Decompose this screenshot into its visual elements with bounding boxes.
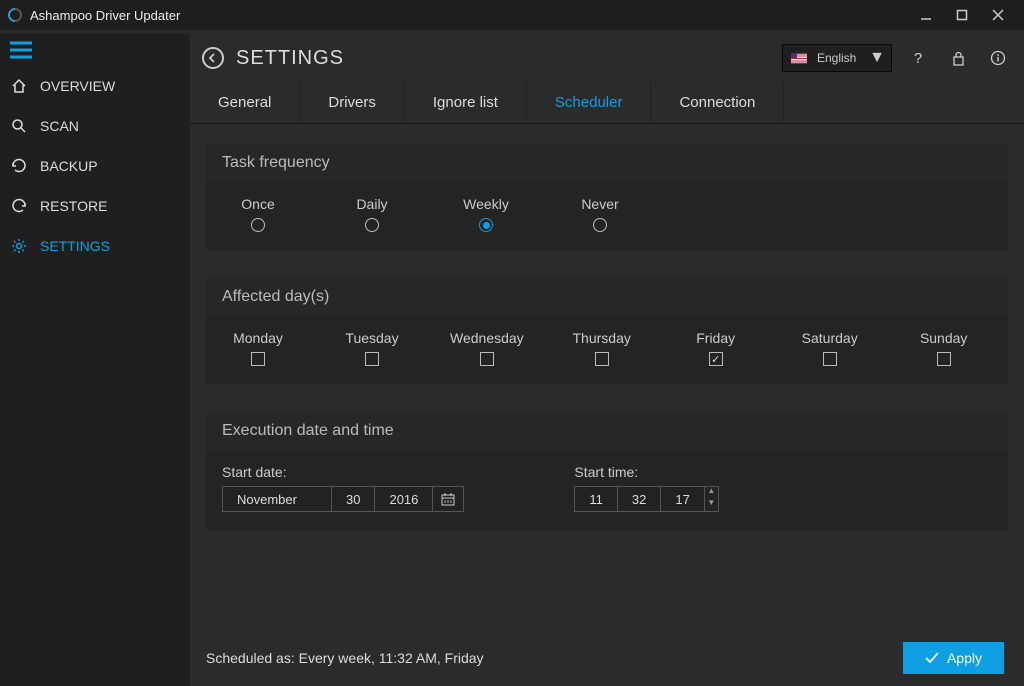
sidebar-item-label: SCAN [40, 118, 79, 134]
checkbox-label: Monday [233, 330, 283, 346]
section-title: Task frequency [206, 144, 1008, 182]
minute-cell[interactable]: 32 [618, 486, 661, 512]
checkbox-label: Thursday [573, 330, 631, 346]
search-icon [10, 118, 28, 134]
checkbox-label: Saturday [802, 330, 858, 346]
checkbox-friday[interactable]: ✓ [709, 352, 723, 366]
hour-cell[interactable]: 11 [574, 486, 618, 512]
hamburger-icon[interactable] [10, 41, 32, 59]
sidebar-item-label: OVERVIEW [40, 78, 115, 94]
sidebar-item-scan[interactable]: SCAN [0, 106, 190, 146]
home-icon [10, 78, 28, 94]
radio-daily[interactable] [365, 218, 379, 232]
check-icon [925, 652, 939, 664]
page-title: SETTINGS [236, 47, 344, 70]
footer: Scheduled as: Every week, 11:32 AM, Frid… [190, 630, 1024, 686]
start-date-picker[interactable]: November 30 2016 [222, 486, 464, 512]
flag-icon [791, 53, 807, 64]
calendar-icon[interactable] [433, 486, 464, 512]
apply-label: Apply [947, 650, 982, 666]
section-title: Affected day(s) [206, 278, 1008, 316]
apply-button[interactable]: Apply [903, 642, 1004, 674]
language-label: English [817, 51, 856, 65]
backup-icon [10, 158, 28, 174]
second-cell[interactable]: 17 [661, 486, 704, 512]
sidebar-item-settings[interactable]: SETTINGS [0, 226, 190, 266]
minimize-button[interactable] [908, 0, 944, 30]
section-task-frequency: Task frequency Once Daily Weekly Never [206, 144, 1008, 250]
lock-icon[interactable] [944, 51, 972, 66]
help-button[interactable]: ? [904, 50, 932, 67]
titlebar: Ashampoo Driver Updater [0, 0, 1024, 30]
spin-down-icon[interactable]: ▼ [705, 499, 718, 511]
app-title: Ashampoo Driver Updater [30, 8, 908, 23]
time-spinner[interactable]: ▲▼ [705, 486, 719, 512]
tab-drivers[interactable]: Drivers [300, 82, 405, 123]
chevron-down-icon: ▼ [869, 49, 885, 67]
language-select[interactable]: English ▼ [782, 44, 892, 72]
info-icon[interactable] [984, 50, 1012, 66]
checkbox-label: Sunday [920, 330, 967, 346]
radio-weekly[interactable] [479, 218, 493, 232]
tab-ignorelist[interactable]: Ignore list [405, 82, 527, 123]
checkbox-tuesday[interactable] [365, 352, 379, 366]
checkbox-wednesday[interactable] [480, 352, 494, 366]
sidebar-item-label: RESTORE [40, 198, 107, 214]
start-date-label: Start date: [222, 464, 464, 480]
page-header: SETTINGS English ▼ ? [190, 34, 1024, 82]
tabs: General Drivers Ignore list Scheduler Co… [190, 82, 1024, 124]
radio-once[interactable] [251, 218, 265, 232]
start-time-picker[interactable]: 11 32 17 ▲▼ [574, 486, 718, 512]
year-cell[interactable]: 2016 [375, 486, 433, 512]
start-time-label: Start time: [574, 464, 718, 480]
checkbox-saturday[interactable] [823, 352, 837, 366]
radio-never[interactable] [593, 218, 607, 232]
app-logo-icon [5, 5, 25, 25]
checkbox-thursday[interactable] [595, 352, 609, 366]
tab-connection[interactable]: Connection [651, 82, 784, 123]
section-affected-days: Affected day(s) Monday Tuesday Wednesday Th… [206, 278, 1008, 384]
sidebar: OVERVIEW SCAN BACKUP RESTORE SETTINGS [0, 34, 190, 686]
radio-label: Daily [356, 196, 387, 212]
tab-scheduler[interactable]: Scheduler [527, 82, 652, 123]
month-cell[interactable]: November [222, 486, 332, 512]
sidebar-item-overview[interactable]: OVERVIEW [0, 66, 190, 106]
close-button[interactable] [980, 0, 1016, 30]
checkbox-sunday[interactable] [937, 352, 951, 366]
checkbox-monday[interactable] [251, 352, 265, 366]
radio-label: Once [241, 196, 274, 212]
section-execution: Execution date and time Start date: Nove… [206, 412, 1008, 530]
checkbox-label: Friday [696, 330, 735, 346]
back-button[interactable] [202, 47, 224, 69]
status-text: Scheduled as: Every week, 11:32 AM, Frid… [194, 650, 903, 666]
checkbox-label: Wednesday [450, 330, 524, 346]
gear-icon [10, 238, 28, 254]
checkbox-label: Tuesday [345, 330, 398, 346]
sidebar-item-label: BACKUP [40, 158, 98, 174]
radio-label: Never [581, 196, 618, 212]
sidebar-item-backup[interactable]: BACKUP [0, 146, 190, 186]
sidebar-item-restore[interactable]: RESTORE [0, 186, 190, 226]
radio-label: Weekly [463, 196, 509, 212]
restore-icon [10, 198, 28, 214]
maximize-button[interactable] [944, 0, 980, 30]
tab-general[interactable]: General [190, 82, 300, 123]
section-title: Execution date and time [206, 412, 1008, 450]
sidebar-item-label: SETTINGS [40, 238, 110, 254]
day-cell[interactable]: 30 [332, 486, 375, 512]
